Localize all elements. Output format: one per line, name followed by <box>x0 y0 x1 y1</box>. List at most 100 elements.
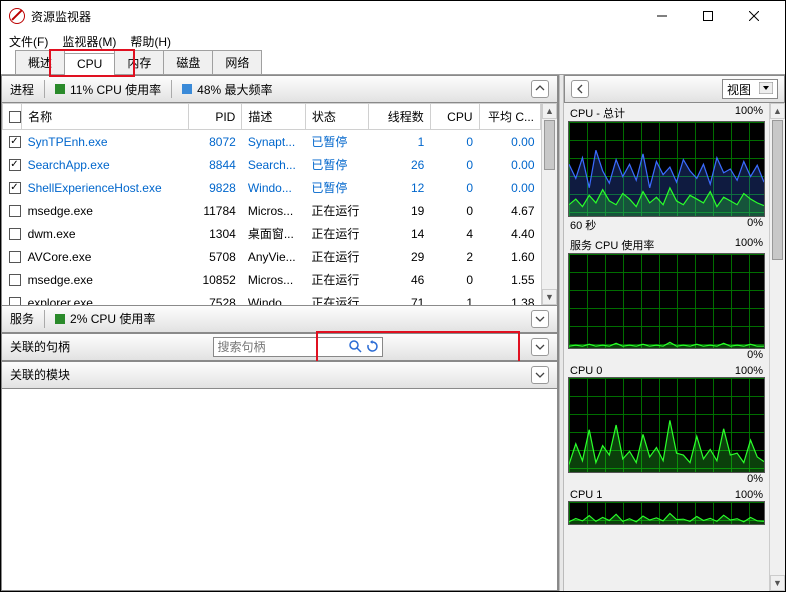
cell-cpu: 0 <box>430 268 479 291</box>
col-threads[interactable]: 线程数 <box>369 104 430 130</box>
tab-2[interactable]: 内存 <box>114 50 164 74</box>
expand-services-button[interactable] <box>531 310 549 328</box>
table-header-row: 名称 PID 描述 状态 线程数 CPU 平均 C... <box>3 104 541 130</box>
tab-1[interactable]: CPU <box>64 53 115 74</box>
chart-title: CPU 1 <box>570 489 602 501</box>
expand-handles-button[interactable] <box>531 338 549 356</box>
col-checkbox[interactable] <box>3 104 22 130</box>
chart-foot-right: 0% <box>747 349 763 361</box>
col-desc[interactable]: 描述 <box>242 104 306 130</box>
left-pane: 进程 11% CPU 使用率 48% 最大频率 <box>1 75 559 591</box>
cell-pid: 8844 <box>189 153 242 176</box>
section-header-modules[interactable]: 关联的模块 <box>1 361 558 389</box>
chart-block: 服务 CPU 使用率100%0% <box>568 237 765 361</box>
col-avg[interactable]: 平均 C... <box>479 104 540 130</box>
chart-canvas <box>568 253 765 349</box>
table-row[interactable]: AVCore.exe5708AnyVie...正在运行2921.60 <box>3 245 541 268</box>
chart-max: 100% <box>735 105 763 121</box>
cell-desc: Micros... <box>242 268 306 291</box>
cell-avg: 4.67 <box>479 199 540 222</box>
refresh-icon[interactable] <box>366 339 380 355</box>
table-row[interactable]: SynTPEnh.exe8072Synapt...已暂停100.00 <box>3 130 541 154</box>
table-row[interactable]: SearchApp.exe8844Search...已暂停2600.00 <box>3 153 541 176</box>
scroll-down-icon[interactable]: ▼ <box>770 575 785 591</box>
col-pid[interactable]: PID <box>189 104 242 130</box>
close-button[interactable] <box>731 1 777 31</box>
menu-file[interactable]: 文件(F) <box>9 33 48 50</box>
table-row[interactable]: explorer.exe7528Windo...正在运行7111.38 <box>3 291 541 305</box>
table-row[interactable]: ShellExperienceHost.exe9828Windo...已暂停12… <box>3 176 541 199</box>
scroll-down-icon[interactable]: ▼ <box>542 289 557 305</box>
cell-avg: 1.60 <box>479 245 540 268</box>
col-name[interactable]: 名称 <box>22 104 189 130</box>
search-icon[interactable] <box>349 339 363 355</box>
cell-avg: 1.55 <box>479 268 540 291</box>
expand-modules-button[interactable] <box>531 366 549 384</box>
view-dropdown[interactable]: 视图 <box>722 79 778 99</box>
scroll-up-icon[interactable]: ▲ <box>542 103 557 119</box>
cell-name: explorer.exe <box>22 291 189 305</box>
nav-back-button[interactable] <box>571 80 589 98</box>
cell-desc: 桌面窗... <box>242 222 306 245</box>
table-row[interactable]: msedge.exe11784Micros...正在运行1904.67 <box>3 199 541 222</box>
cell-avg: 0.00 <box>479 153 540 176</box>
select-all-checkbox[interactable] <box>9 111 21 123</box>
row-checkbox[interactable] <box>9 297 21 304</box>
charts-panel: CPU - 总计100%60 秒0%服务 CPU 使用率100%0%CPU 01… <box>564 103 769 591</box>
chip-blue-icon <box>182 84 192 94</box>
table-row[interactable]: msedge.exe10852Micros...正在运行4601.55 <box>3 268 541 291</box>
chart-block: CPU - 总计100%60 秒0% <box>568 105 765 233</box>
menu-help[interactable]: 帮助(H) <box>130 33 171 50</box>
cell-desc: Micros... <box>242 199 306 222</box>
section-header-processes[interactable]: 进程 11% CPU 使用率 48% 最大频率 <box>1 75 558 103</box>
services-title: 服务 <box>10 310 34 327</box>
row-checkbox[interactable] <box>9 251 21 263</box>
menubar: 文件(F) 监视器(M) 帮助(H) <box>1 31 785 51</box>
cell-avg: 4.40 <box>479 222 540 245</box>
cpu-usage-label: 11% CPU 使用率 <box>70 81 161 98</box>
search-handles-wrap <box>213 337 383 357</box>
cell-pid: 9828 <box>189 176 242 199</box>
chart-title: CPU 0 <box>570 365 602 377</box>
cell-desc: Search... <box>242 153 306 176</box>
cell-name: ShellExperienceHost.exe <box>22 176 189 199</box>
menu-monitor[interactable]: 监视器(M) <box>62 33 116 50</box>
cell-pid: 8072 <box>189 130 242 154</box>
row-checkbox[interactable] <box>9 182 21 194</box>
row-checkbox[interactable] <box>9 274 21 286</box>
chart-max: 100% <box>735 489 763 501</box>
section-header-services[interactable]: 服务 2% CPU 使用率 <box>1 305 558 333</box>
table-row[interactable]: dwm.exe1304桌面窗...正在运行1444.40 <box>3 222 541 245</box>
chip-green-icon <box>55 84 65 94</box>
tab-0[interactable]: 概述 <box>15 50 65 74</box>
chart-title: 服务 CPU 使用率 <box>570 237 654 253</box>
cell-pid: 7528 <box>189 291 242 305</box>
cell-avg: 1.38 <box>479 291 540 305</box>
cell-status: 正在运行 <box>305 199 369 222</box>
modules-title: 关联的模块 <box>10 366 70 383</box>
table-scrollbar[interactable]: ▲ ▼ <box>541 103 557 305</box>
scroll-thumb[interactable] <box>544 120 555 170</box>
cell-status: 正在运行 <box>305 268 369 291</box>
minimize-button[interactable] <box>639 1 685 31</box>
cell-cpu: 0 <box>430 176 479 199</box>
cell-status: 已暂停 <box>305 130 369 154</box>
tab-4[interactable]: 网络 <box>212 50 262 74</box>
chart-title: CPU - 总计 <box>570 105 625 121</box>
col-status[interactable]: 状态 <box>305 104 369 130</box>
tab-3[interactable]: 磁盘 <box>163 50 213 74</box>
window-title: 资源监视器 <box>31 8 91 25</box>
row-checkbox[interactable] <box>9 136 21 148</box>
section-header-handles[interactable]: 关联的句柄 <box>1 333 558 361</box>
row-checkbox[interactable] <box>9 205 21 217</box>
row-checkbox[interactable] <box>9 159 21 171</box>
collapse-processes-button[interactable] <box>531 80 549 98</box>
col-cpu[interactable]: CPU <box>430 104 479 130</box>
app-icon <box>9 8 25 24</box>
charts-scrollbar[interactable]: ▲ ▼ <box>769 103 785 591</box>
cell-cpu: 2 <box>430 245 479 268</box>
maximize-button[interactable] <box>685 1 731 31</box>
scroll-thumb[interactable] <box>772 120 783 260</box>
row-checkbox[interactable] <box>9 228 21 240</box>
scroll-up-icon[interactable]: ▲ <box>770 103 785 119</box>
